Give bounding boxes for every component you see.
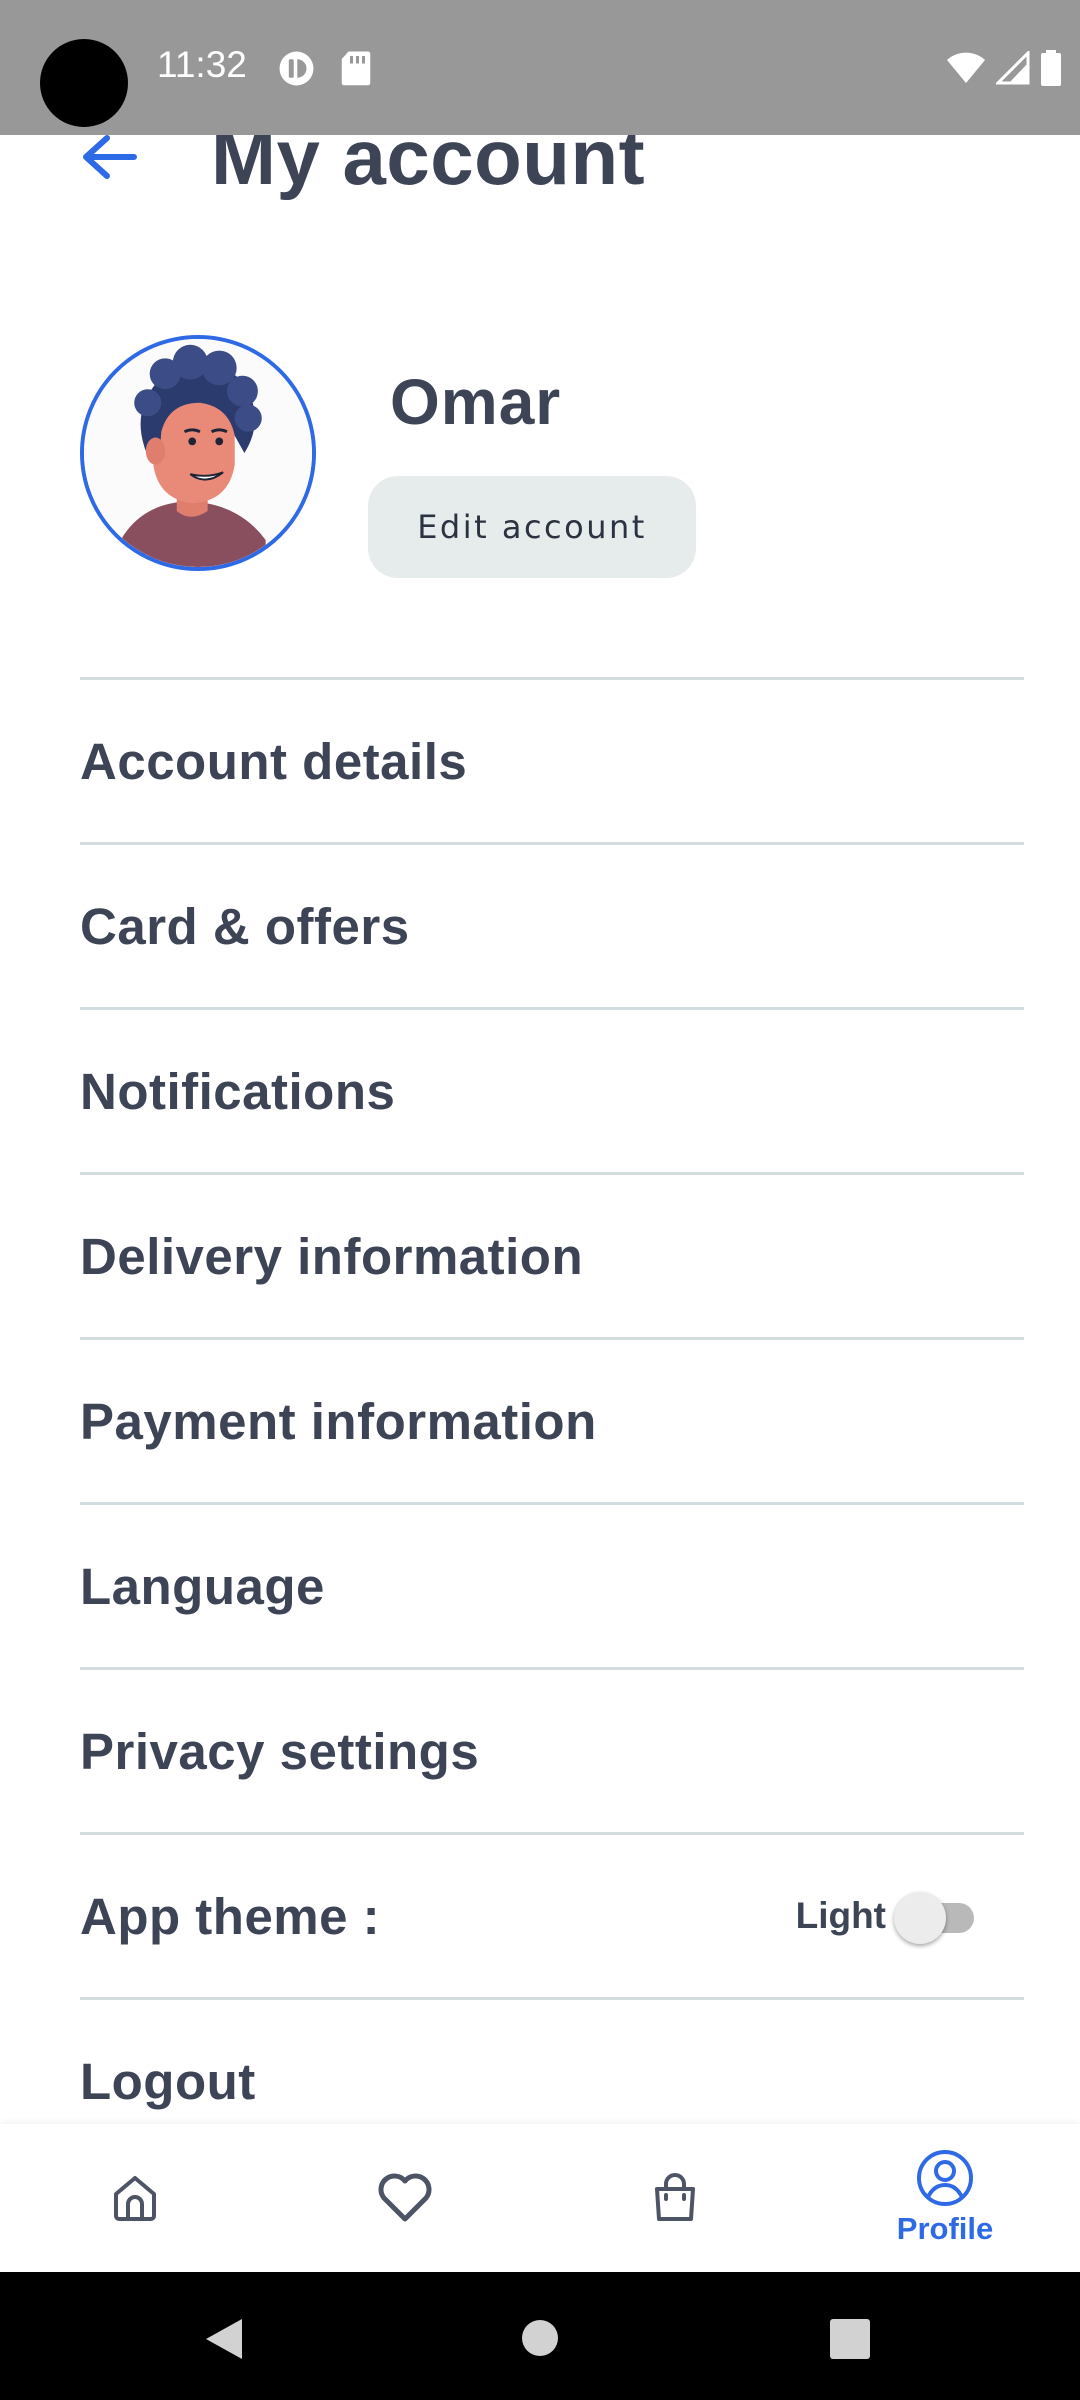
- sd-card-icon: [341, 51, 371, 86]
- toggle-thumb: [894, 1892, 946, 1944]
- nav-profile-label: Profile: [896, 2211, 994, 2246]
- theme-control: Light: [796, 1887, 980, 1945]
- menu-item-label: Logout: [80, 2052, 256, 2110]
- menu-item-label: Delivery information: [80, 1227, 584, 1285]
- back-arrow-icon[interactable]: [80, 130, 144, 184]
- system-back-icon[interactable]: [202, 2316, 246, 2362]
- system-navigation-bar: [0, 2272, 1080, 2400]
- signal-icon: [996, 51, 1030, 85]
- avatar: [80, 335, 316, 571]
- menu-item-delivery-information[interactable]: Delivery information: [80, 1172, 1024, 1337]
- bottom-navigation: Profile: [0, 2124, 1080, 2272]
- menu-item-logout[interactable]: Logout: [80, 1997, 1024, 2122]
- menu-item-label: Account details: [80, 732, 468, 790]
- nav-cart[interactable]: [600, 2124, 750, 2272]
- menu-item-label: Privacy settings: [80, 1722, 480, 1780]
- battery-icon: [1041, 50, 1061, 86]
- theme-value-label: Light: [795, 1895, 886, 1936]
- home-icon: [114, 2176, 156, 2221]
- theme-toggle[interactable]: [894, 1887, 980, 1945]
- heart-icon: [378, 2173, 432, 2222]
- menu-item-label: Payment information: [80, 1392, 597, 1450]
- status-bar: 11:32: [0, 0, 1080, 135]
- data-saver-icon: [279, 51, 314, 86]
- menu-item-label: Notifications: [80, 1062, 396, 1120]
- edit-account-button[interactable]: Edit account: [368, 476, 696, 578]
- system-home-icon[interactable]: [520, 2318, 560, 2358]
- nav-profile[interactable]: Profile: [870, 2124, 1020, 2272]
- status-time: 11:32: [157, 44, 247, 85]
- camera-cutout: [40, 39, 128, 127]
- shopping-bag-icon: [655, 2173, 695, 2221]
- wifi-icon: [947, 52, 985, 83]
- status-icons: [946, 50, 1062, 86]
- menu-item-label: Card & offers: [80, 897, 410, 955]
- menu-item-label: Language: [80, 1557, 325, 1615]
- profile-icon: [917, 2150, 973, 2206]
- menu-item-card-offers[interactable]: Card & offers: [80, 842, 1024, 1007]
- menu-item-payment-information[interactable]: Payment information: [80, 1337, 1024, 1502]
- nav-home[interactable]: [60, 2124, 210, 2272]
- menu-item-privacy-settings[interactable]: Privacy settings: [80, 1667, 1024, 1832]
- menu-item-label: App theme :: [80, 1887, 381, 1945]
- menu-item-account-details[interactable]: Account details: [80, 677, 1024, 842]
- nav-favorites[interactable]: [330, 2124, 480, 2272]
- account-menu: Account details Card & offers Notificati…: [80, 677, 1024, 2122]
- menu-item-language[interactable]: Language: [80, 1502, 1024, 1667]
- menu-item-app-theme: App theme : Light: [80, 1832, 1024, 1997]
- system-recents-icon[interactable]: [829, 2318, 871, 2360]
- avatar-illustration: [84, 339, 312, 567]
- menu-item-notifications[interactable]: Notifications: [80, 1007, 1024, 1172]
- user-name: Omar: [390, 366, 562, 438]
